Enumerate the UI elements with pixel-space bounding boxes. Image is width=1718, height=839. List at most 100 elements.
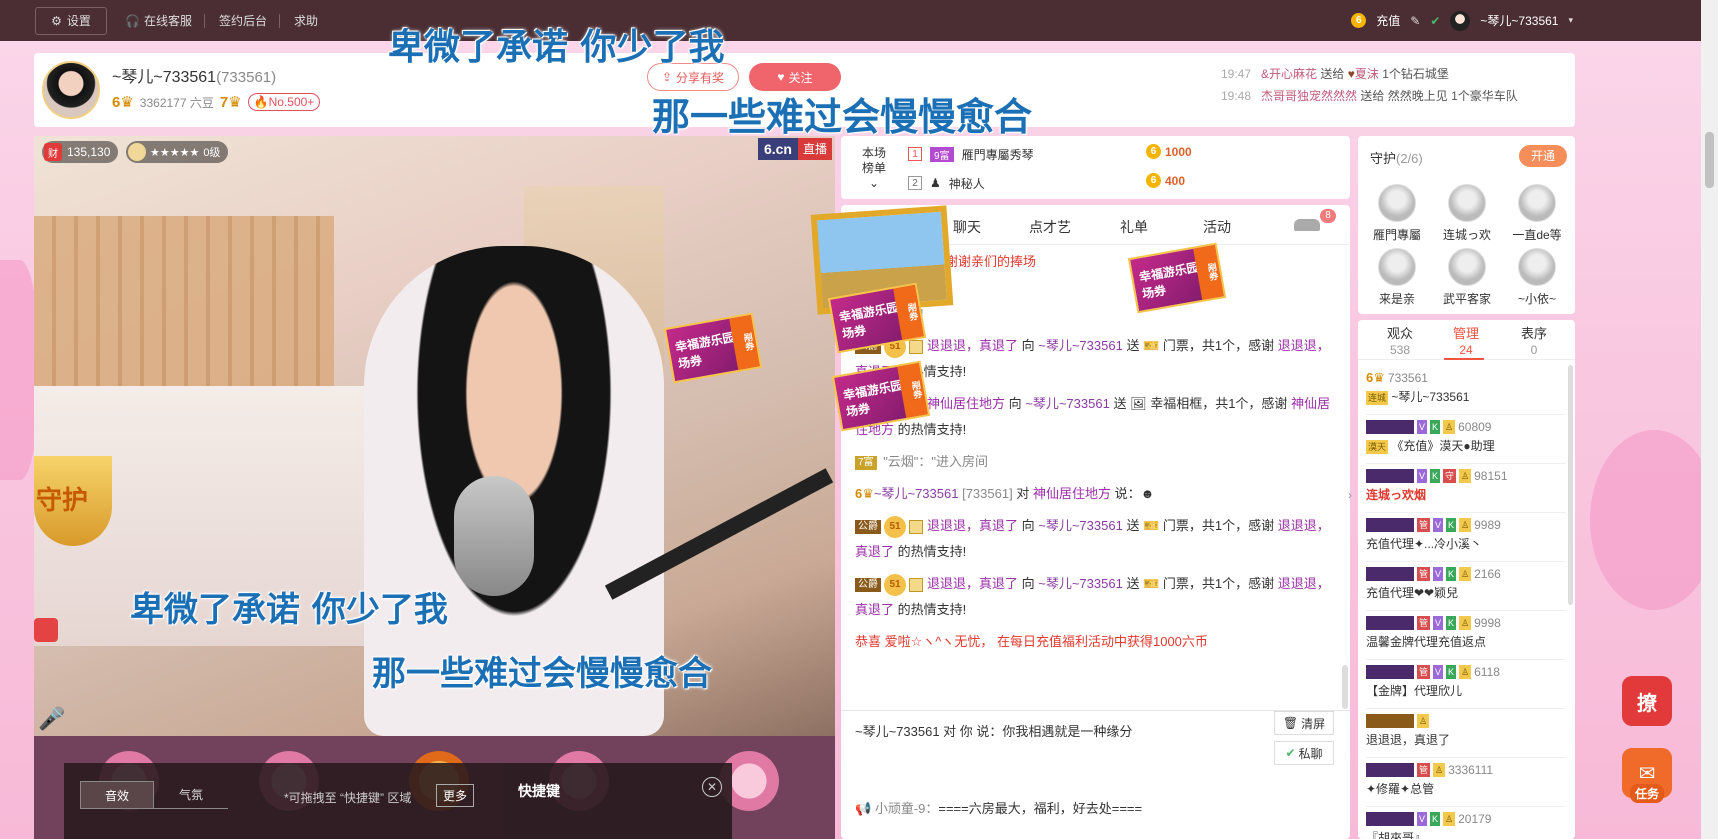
open-guard-button[interactable]: 开通 bbox=[1519, 145, 1567, 167]
headset-icon: 🎧 bbox=[125, 13, 140, 28]
private-chat-button[interactable]: ✔ 私聊 bbox=[1274, 741, 1334, 765]
chat-notice: 📢 小顽童-9：====六房最大，福利，好去处==== bbox=[855, 801, 1143, 816]
share-icon: ⇪ bbox=[661, 70, 673, 84]
help-link[interactable]: 求助 bbox=[294, 12, 318, 29]
list-item[interactable]: V K ♙ 60809 漠天 《充值》漠天●助理 bbox=[1366, 415, 1566, 464]
settings-button[interactable]: ⚙ 设置 bbox=[35, 6, 107, 35]
list-item[interactable]: 管 V K ♙ 6118 【金牌】代理欣儿 bbox=[1366, 660, 1566, 709]
coin-icon: 6 bbox=[1146, 144, 1161, 159]
stars-icon: ★★★★★ bbox=[150, 146, 200, 159]
rank-row[interactable]: 2 ♟ 神秘人 bbox=[908, 173, 985, 193]
tab-chat[interactable]: 聊天 bbox=[953, 217, 981, 237]
tab-talent[interactable]: 点才艺 bbox=[1029, 217, 1071, 237]
lyric-line: 那一些难过会慢慢愈合 bbox=[652, 95, 1033, 139]
sound-effects-panel: 音效 气氛 *可拖拽至 “快捷键” 区域 更多 bbox=[64, 763, 504, 839]
user-name: 连城っ欢烟 bbox=[1366, 488, 1427, 502]
guard-member[interactable]: ~小依~ bbox=[1502, 248, 1572, 307]
crown-icon: ♛ bbox=[228, 94, 242, 111]
list-item[interactable]: 6♛ 733561 连城 ~琴儿~733561 bbox=[1366, 366, 1566, 415]
list-item[interactable]: V K 守 ♙ 98151 连城っ欢烟 bbox=[1366, 464, 1566, 513]
wealth-level: 7♛ bbox=[219, 94, 242, 111]
rank-row[interactable]: 1 9富 雁門專屬秀琴 bbox=[908, 144, 1034, 164]
mystery-user-icon: ♟ bbox=[930, 176, 941, 190]
emoji-icon: ☻ bbox=[1140, 486, 1155, 501]
active-tab-indicator bbox=[1444, 358, 1484, 360]
feed-item: 19:47 &开心麻花 送给 ♥夏沫 1个钻石城堡 bbox=[1221, 67, 1449, 81]
avatar bbox=[1378, 184, 1416, 222]
guard-title: 守护(2/6) bbox=[1370, 151, 1423, 166]
ticket-icon: 🎫 bbox=[1143, 576, 1160, 591]
task-label[interactable]: 任务 bbox=[1630, 784, 1665, 803]
medal-badge bbox=[1366, 665, 1414, 679]
audience-scrollbar[interactable] bbox=[1568, 365, 1573, 605]
audience-list: 6♛ 733561 连城 ~琴儿~733561 V K ♙ 60809 漠天 《充值》漠… bbox=[1366, 366, 1566, 839]
online-service-link[interactable]: 🎧 在线客服 bbox=[125, 12, 192, 29]
guard-member[interactable]: 连城っ欢 bbox=[1432, 184, 1502, 243]
rank-label[interactable]: 本场榜单 ⌄ bbox=[859, 146, 889, 191]
anchor-meta: 6♛ 3362177 六豆 7♛ 🔥No.500+ bbox=[112, 93, 321, 111]
page-scrollbar[interactable] bbox=[1701, 0, 1718, 839]
flame-icon: 🔥 bbox=[253, 95, 269, 109]
avatar[interactable] bbox=[1450, 10, 1471, 31]
gift-feed: 19:47 &开心麻花 送给 ♥夏沫 1个钻石城堡 19:48 杰哥哥独宠然然然 送… bbox=[1221, 63, 1561, 107]
guard-member[interactable]: 武平客家 bbox=[1432, 248, 1502, 307]
tab-atmosphere[interactable]: 气氛 bbox=[154, 781, 228, 809]
guard-member[interactable]: 雁門專屬 bbox=[1362, 184, 1432, 243]
shortcut-panel: 快捷键 ✕ bbox=[504, 763, 732, 839]
avatar bbox=[1448, 248, 1486, 286]
recharge-link[interactable]: 充值 bbox=[1376, 12, 1400, 29]
list-item[interactable]: 管 V K ♙ 9998 温馨金牌代理充值返点 bbox=[1366, 611, 1566, 660]
chevron-down-icon[interactable]: ▾ bbox=[1568, 15, 1573, 26]
guard-member[interactable]: 一直de等 bbox=[1502, 184, 1572, 243]
more-button[interactable]: 更多 bbox=[436, 784, 475, 807]
guard-panel: 守护(2/6) 开通 雁門專屬 连城っ欢 一直de等 来是亲 武平客家 ~小依~ bbox=[1358, 136, 1575, 314]
coin-icon: 6 bbox=[1146, 173, 1161, 188]
bg-heart bbox=[1590, 430, 1718, 610]
rank-badge[interactable]: 🔥No.500+ bbox=[247, 93, 321, 111]
site-logo: 6.cn 直播 bbox=[757, 138, 832, 160]
tab-gift-list[interactable]: 礼单 bbox=[1120, 217, 1148, 237]
tab-sound-effects[interactable]: 音效 bbox=[80, 781, 154, 809]
red-packet-icon[interactable] bbox=[34, 618, 58, 642]
signin-backend-link[interactable]: 签约后台 bbox=[219, 12, 267, 29]
chat-enter: 7富 "云烟"："进入房间 bbox=[855, 449, 1335, 475]
sound-tabs: 音效 气氛 bbox=[80, 781, 228, 809]
rank-value: 6 400 bbox=[1146, 173, 1185, 188]
list-item[interactable]: 管 V K ♙ 9989 充值代理✦...冷小溪丶 bbox=[1366, 513, 1566, 562]
tab-order[interactable]: 表序 0 bbox=[1504, 326, 1564, 358]
beans-count: 3362177 六豆 bbox=[139, 95, 214, 110]
medal-badge bbox=[1366, 518, 1414, 532]
guard-shield-icon[interactable]: 守护 bbox=[34, 456, 112, 546]
guard-member[interactable]: 来是亲 bbox=[1362, 248, 1432, 307]
anchor-avatar[interactable] bbox=[42, 61, 100, 119]
microphone-icon[interactable]: 🎤 bbox=[38, 706, 65, 732]
wealth-badge: 财 135,130 bbox=[42, 141, 119, 163]
gear-icon: ⚙ bbox=[51, 13, 62, 28]
list-item[interactable]: ♙ 退退退，真退了 bbox=[1366, 709, 1566, 758]
anchor-name: ~琴儿~733561 bbox=[112, 69, 217, 86]
scrollbar-thumb[interactable] bbox=[1705, 132, 1714, 188]
list-item[interactable]: 管 V K ♙ 2166 充值代理❤❤颖兒 bbox=[1366, 562, 1566, 611]
list-item[interactable]: V K ♙ 20179 『胡來哥』 bbox=[1366, 807, 1566, 839]
anchor-name-line: ~琴儿~733561(733561) bbox=[112, 63, 276, 87]
video-player[interactable]: 财 135,130 ★★★★★ 0级 6.cn 直播 守护 🎤 卑微了承诺 你少了我 … bbox=[34, 136, 835, 736]
user-menu[interactable]: ~琴儿~733561 bbox=[1480, 12, 1558, 29]
list-item[interactable]: 管 ♙ 3336111 ✦修羅✦总管 bbox=[1366, 758, 1566, 807]
tab-activity[interactable]: 活动 bbox=[1203, 217, 1231, 237]
liao-widget[interactable]: 撩 bbox=[1622, 676, 1672, 726]
avatar bbox=[1378, 248, 1416, 286]
chat-messages: 谢谢亲们的捧场 的热情支持! 公爵51退退退，真退了 向 ~琴儿~733561 … bbox=[855, 249, 1335, 661]
verified-icon[interactable]: ✔ bbox=[1430, 14, 1440, 28]
chevron-right-icon[interactable]: › bbox=[1348, 488, 1358, 514]
chat-scrollbar[interactable] bbox=[1342, 665, 1348, 709]
coin-icon: 51 bbox=[884, 515, 906, 538]
close-icon[interactable]: ✕ bbox=[702, 777, 722, 797]
edit-icon[interactable]: ✎ bbox=[1410, 14, 1420, 28]
crown-icon: ♛ bbox=[862, 486, 874, 501]
tab-audience[interactable]: 观众 538 bbox=[1370, 326, 1430, 358]
tab-admins[interactable]: 管理 24 bbox=[1436, 326, 1496, 358]
clear-screen-button[interactable]: 🗑 清屏 bbox=[1274, 711, 1334, 735]
lyric-line: 卑微了承诺 你少了我 bbox=[130, 590, 448, 630]
heart-icon: ♥ bbox=[1347, 67, 1355, 81]
car-icon[interactable] bbox=[1294, 219, 1320, 231]
